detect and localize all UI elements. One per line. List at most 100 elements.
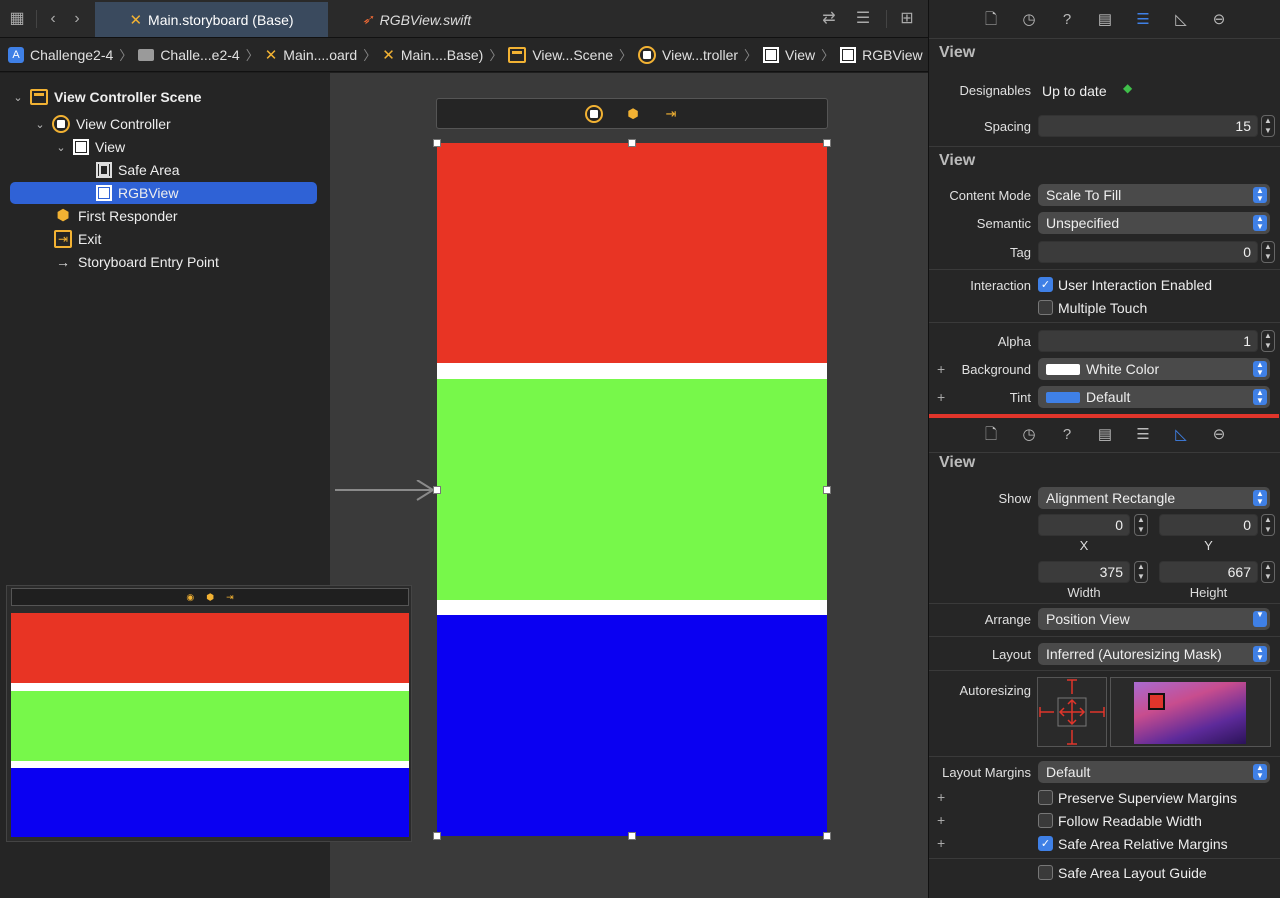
show-popup[interactable]: Alignment Rectangle ▲ ▼ [1038,487,1270,509]
identity-icon[interactable]: ▤ [1096,426,1114,444]
outline-rgbview[interactable]: RGBView [10,182,317,204]
plus-icon[interactable]: + [937,835,945,851]
resize-handle[interactable] [433,139,441,147]
sliders-icon[interactable]: ☰ [1134,11,1152,29]
breadcrumb-scene[interactable]: View...Scene [508,46,613,63]
view-controller-icon[interactable] [585,104,603,123]
outline-entry-point[interactable]: → Storyboard Entry Point [54,251,219,273]
arrow-right-icon: → [56,254,70,270]
arrange-popup[interactable]: Position View ▼ [1038,608,1270,630]
inspector-tabs-lower: 🗋 ◷ ? ▤ ☰ ◺ ⊖ [929,416,1280,454]
color-swatch [1046,392,1080,403]
safe-area-guide-checkbox[interactable] [1038,865,1053,880]
multiple-touch-checkbox[interactable] [1038,300,1053,315]
semantic-popup[interactable]: Unspecified ▲ ▼ [1038,212,1270,234]
y-stepper[interactable]: ▲ ▼ [1261,514,1275,536]
outline-label: RGBView [118,185,179,201]
background-popup[interactable]: White Color ▲ ▼ [1038,358,1270,380]
outline-scene[interactable]: ⌄ View Controller Scene [12,86,202,108]
breadcrumb-storyboard-base[interactable]: ✕ Main....Base) [382,46,483,64]
ruler-icon[interactable]: ◺ [1172,11,1190,29]
chevron-right-icon: 〉 [245,48,259,63]
help-icon[interactable]: ? [1058,426,1076,444]
outline-safe-area[interactable]: Safe Area [96,159,180,181]
sliders-icon[interactable]: ☰ [1134,426,1152,444]
user-interaction-checkbox[interactable]: ✓ [1038,277,1053,292]
x-stepper[interactable]: ▲ ▼ [1134,514,1148,536]
connections-icon[interactable]: ⊖ [1210,11,1228,29]
content-mode-popup[interactable]: Scale To Fill ▲ ▼ [1038,184,1270,206]
file-icon[interactable]: 🗋 [982,426,1000,444]
tag-field[interactable]: 0 [1038,241,1258,263]
editor-options-icon[interactable]: ☰ [850,8,876,30]
autoresizing-mask-control[interactable] [1037,677,1107,747]
plus-icon[interactable]: + [937,812,945,828]
layout-popup[interactable]: Inferred (Autoresizing Mask) ▲ ▼ [1038,643,1270,665]
clock-icon[interactable]: ◷ [1020,11,1038,29]
disclosure-open-icon[interactable]: ⌄ [12,91,24,104]
height-stepper[interactable]: ▲ ▼ [1261,561,1275,583]
red-band [11,613,409,683]
breadcrumb-group[interactable]: Challe...e2-4 [138,47,240,63]
popup-value: Unspecified [1046,215,1120,231]
y-field[interactable]: 0 [1159,514,1258,536]
interaction-label: Interaction [970,278,1031,293]
exit-icon[interactable]: ⇥ [663,106,679,122]
clock-icon[interactable]: ◷ [1020,426,1038,444]
entry-point-arrow-icon[interactable] [335,480,439,502]
disclosure-open-icon[interactable]: ⌄ [34,118,46,131]
identity-icon[interactable]: ▤ [1096,11,1114,29]
help-icon[interactable]: ? [1058,11,1076,29]
breadcrumb-rgbview[interactable]: RGBView [840,46,923,63]
resize-handle[interactable] [823,139,831,147]
resize-handle[interactable] [823,832,831,840]
height-field[interactable]: 667 [1159,561,1258,583]
tint-popup[interactable]: Default ▲ ▼ [1038,386,1270,408]
connections-icon[interactable]: ⊖ [1210,426,1228,444]
grid-icon[interactable]: ▦ [6,8,28,30]
outline-label: View Controller [76,116,171,132]
resize-handle[interactable] [433,832,441,840]
outline-label: Safe Area [118,162,180,178]
rgbview-canvas[interactable] [437,143,827,836]
preview-panel[interactable]: ◉ ⬢ ⇥ [6,585,412,842]
readable-width-checkbox[interactable] [1038,813,1053,828]
preserve-margins-checkbox[interactable] [1038,790,1053,805]
resize-handle[interactable] [628,139,636,147]
breadcrumb-project[interactable]: A Challenge2-4 [8,46,113,63]
tab-main-storyboard[interactable]: ✕ Main.storyboard (Base) [95,2,328,37]
file-icon[interactable]: 🗋 [982,11,1000,29]
resize-handle[interactable] [628,832,636,840]
outline-view[interactable]: ⌄ View [55,136,125,158]
width-stepper[interactable]: ▲ ▼ [1134,561,1148,583]
popup-value: Inferred (Autoresizing Mask) [1046,646,1222,662]
outline-first-responder[interactable]: ⬢ First Responder [54,205,177,227]
width-field[interactable]: 375 [1038,561,1130,583]
spacing-field[interactable]: 15 [1038,115,1258,137]
ruler-icon[interactable]: ◺ [1172,426,1190,444]
resize-handle[interactable] [433,486,441,494]
safe-area-margins-checkbox[interactable]: ✓ [1038,836,1053,851]
chevron-updown-icon: ▲ ▼ [1253,361,1267,377]
forward-arrow-icon[interactable]: › [66,8,88,30]
layout-margins-popup[interactable]: Default ▲ ▼ [1038,761,1270,783]
resize-handle[interactable] [823,486,831,494]
alpha-field[interactable]: 1 [1038,330,1258,352]
cube-icon[interactable]: ⬢ [625,106,641,122]
x-field[interactable]: 0 [1038,514,1130,536]
disclosure-open-icon[interactable]: ⌄ [55,141,67,154]
tag-stepper[interactable]: ▲ ▼ [1261,241,1275,263]
breadcrumb-view-controller[interactable]: View...troller [638,45,738,64]
outline-view-controller[interactable]: ⌄ View Controller [34,113,171,135]
breadcrumb-storyboard[interactable]: ✕ Main....oard [265,46,358,64]
breadcrumb-view[interactable]: View [763,46,815,63]
outline-exit[interactable]: ⇥ Exit [54,228,101,250]
popup-value: Default [1086,389,1131,405]
back-arrow-icon[interactable]: ‹ [42,8,64,30]
spacing-stepper[interactable]: ▲ ▼ [1261,115,1275,137]
alpha-stepper[interactable]: ▲ ▼ [1261,330,1275,352]
tab-rgbview-swift[interactable]: ➶ RGBView.swift [330,2,503,37]
swap-icon[interactable]: ⇄ [818,8,840,30]
add-editor-icon[interactable]: ⊞ [896,8,918,30]
plus-icon[interactable]: + [937,789,945,805]
